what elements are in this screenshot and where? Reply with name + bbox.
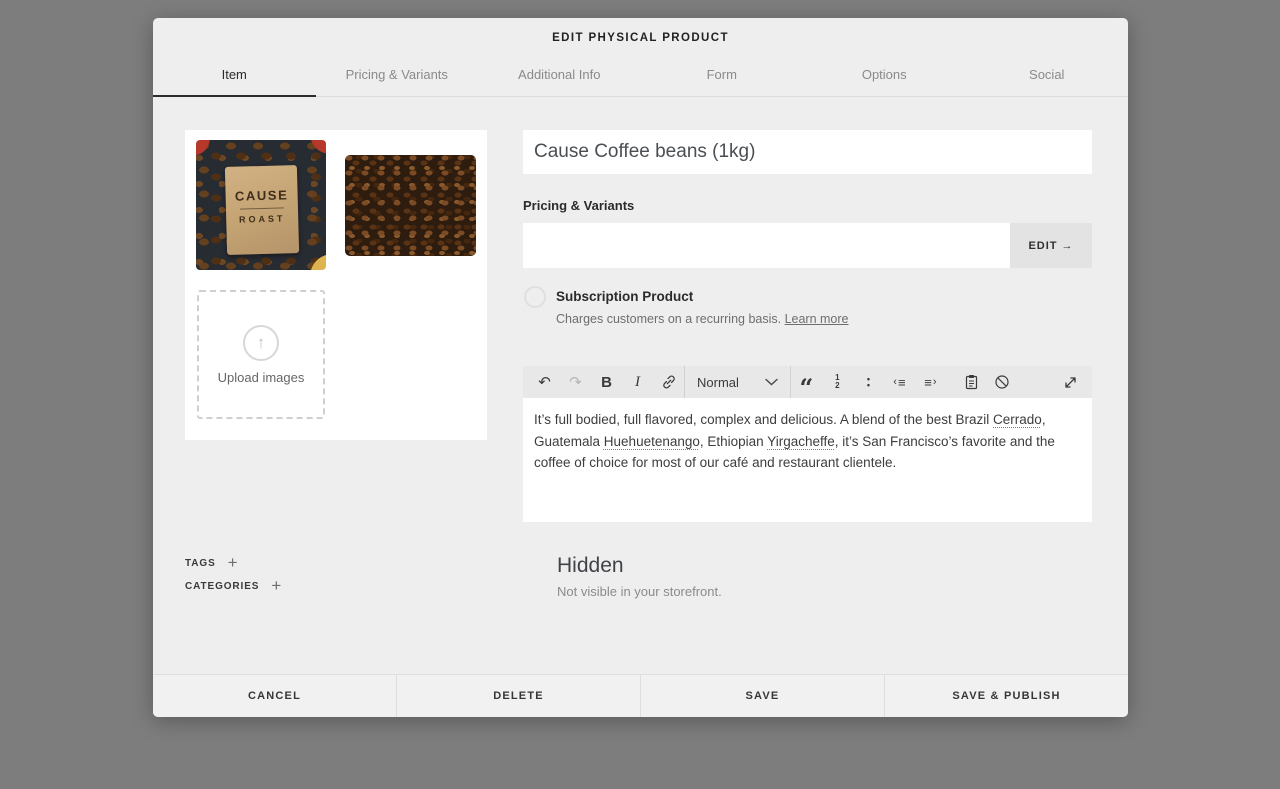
add-category-button[interactable]: + bbox=[271, 579, 281, 593]
indent-button[interactable]: ≡ › bbox=[915, 366, 946, 398]
ordered-list-icon: 1 2 bbox=[835, 375, 839, 389]
spellcheck-word: Cerrado bbox=[993, 412, 1042, 427]
link-button[interactable] bbox=[653, 366, 684, 398]
paragraph-style-dropdown[interactable]: Normal bbox=[685, 366, 790, 398]
tab-item[interactable]: Item bbox=[153, 52, 316, 96]
description-text: , Ethiopian bbox=[700, 434, 767, 449]
bullet-list-button[interactable]: • • bbox=[853, 366, 884, 398]
footer-actions: CANCEL DELETE SAVE SAVE & PUBLISH bbox=[153, 674, 1128, 717]
undo-icon: ↶ bbox=[538, 373, 551, 391]
clear-formatting-icon bbox=[994, 374, 1010, 390]
tab-form-label: Form bbox=[707, 67, 737, 82]
bag-brand-text: CAUSE bbox=[235, 187, 289, 203]
product-image-coffee-bag[interactable]: CAUSE ROAST bbox=[196, 140, 326, 270]
ordered-list-digit-2: 2 bbox=[835, 383, 839, 390]
undo-button[interactable]: ↶ bbox=[529, 366, 560, 398]
outdent-chevron: ‹ bbox=[893, 376, 897, 388]
categories-label: CATEGORIES bbox=[185, 581, 259, 592]
product-title-input[interactable] bbox=[523, 130, 1092, 174]
indent-chevron: › bbox=[933, 376, 937, 388]
subscription-description: Charges customers on a recurring basis. … bbox=[556, 312, 849, 326]
tags-label: TAGS bbox=[185, 558, 216, 569]
outdent-icon: ‹ ≡ bbox=[893, 375, 905, 390]
upload-images-label: Upload images bbox=[218, 370, 305, 385]
indent-icon: ≡ › bbox=[924, 375, 936, 390]
delete-button[interactable]: DELETE bbox=[396, 675, 640, 717]
paste-text-button[interactable] bbox=[956, 366, 987, 398]
upload-circle: ↑ bbox=[243, 325, 279, 361]
redo-button[interactable]: ↷ bbox=[560, 366, 591, 398]
learn-more-link[interactable]: Learn more bbox=[785, 312, 849, 326]
description-paragraph: It’s full bodied, full flavored, complex… bbox=[534, 409, 1081, 474]
spellcheck-word: Yirgacheffe bbox=[767, 434, 835, 449]
editor-toolbar: ↶ ↷ B I Normal “ 1 2 bbox=[523, 366, 1092, 398]
subscription-radio[interactable] bbox=[524, 286, 546, 308]
visibility-note: Not visible in your storefront. bbox=[557, 584, 722, 599]
expand-icon bbox=[1062, 374, 1079, 391]
italic-button[interactable]: I bbox=[622, 366, 653, 398]
ordered-list-button[interactable]: 1 2 bbox=[822, 366, 853, 398]
visibility-status-block[interactable]: Hidden Not visible in your storefront. bbox=[557, 554, 722, 599]
add-tag-button[interactable]: + bbox=[228, 556, 238, 570]
save-button[interactable]: SAVE bbox=[640, 675, 884, 717]
redo-icon: ↷ bbox=[569, 373, 582, 391]
active-tab-underline bbox=[153, 95, 316, 97]
tab-pricing-variants-label: Pricing & Variants bbox=[346, 67, 448, 82]
tab-additional-info-label: Additional Info bbox=[518, 67, 600, 82]
cancel-button[interactable]: CANCEL bbox=[153, 675, 396, 717]
blockquote-icon: “ bbox=[800, 383, 814, 393]
bag-roast-text: ROAST bbox=[239, 213, 286, 224]
image-gallery-panel: CAUSE ROAST ↑ Upload images bbox=[185, 130, 487, 440]
clipboard-icon bbox=[964, 374, 979, 390]
description-text: It’s full bodied, full flavored, complex… bbox=[534, 412, 993, 427]
tab-item-label: Item bbox=[222, 67, 247, 82]
bold-icon: B bbox=[601, 374, 612, 391]
tab-social-label: Social bbox=[1029, 67, 1064, 82]
italic-icon: I bbox=[635, 374, 640, 391]
pricing-variants-label: Pricing & Variants bbox=[523, 198, 634, 213]
bold-button[interactable]: B bbox=[591, 366, 622, 398]
pricing-variants-row: EDIT → bbox=[523, 223, 1092, 268]
product-image-coffee-beans[interactable] bbox=[345, 155, 476, 256]
description-editor[interactable]: It’s full bodied, full flavored, complex… bbox=[523, 398, 1092, 522]
outdent-button[interactable]: ‹ ≡ bbox=[884, 366, 915, 398]
coffee-bag-graphic: CAUSE ROAST bbox=[225, 165, 299, 255]
tab-form[interactable]: Form bbox=[641, 52, 804, 96]
clear-formatting-button[interactable] bbox=[987, 366, 1018, 398]
subscription-description-text: Charges customers on a recurring basis. bbox=[556, 312, 785, 326]
bag-divider bbox=[240, 207, 284, 209]
plus-icon: + bbox=[271, 576, 281, 595]
tab-bar: Item Pricing & Variants Additional Info … bbox=[153, 52, 1128, 97]
subscription-label: Subscription Product bbox=[556, 289, 693, 304]
link-icon bbox=[661, 374, 677, 390]
tab-options[interactable]: Options bbox=[803, 52, 966, 96]
blockquote-button[interactable]: “ bbox=[791, 366, 822, 398]
tags-row: TAGS + bbox=[185, 556, 238, 570]
tab-additional-info[interactable]: Additional Info bbox=[478, 52, 641, 96]
visibility-status: Hidden bbox=[557, 554, 722, 578]
chevron-down-icon bbox=[765, 378, 778, 386]
tab-options-label: Options bbox=[862, 67, 907, 82]
save-publish-button[interactable]: SAVE & PUBLISH bbox=[884, 675, 1128, 717]
up-arrow-icon: ↑ bbox=[257, 333, 266, 353]
bullet-list-icon: • • bbox=[867, 377, 870, 388]
edit-pricing-button[interactable]: EDIT → bbox=[1010, 223, 1092, 268]
bullet-dot: • bbox=[867, 383, 870, 388]
indent-lines: ≡ bbox=[924, 375, 932, 390]
outdent-lines: ≡ bbox=[898, 375, 906, 390]
plus-icon: + bbox=[228, 553, 238, 572]
edit-physical-product-modal: EDIT PHYSICAL PRODUCT Item Pricing & Var… bbox=[153, 18, 1128, 717]
modal-title: EDIT PHYSICAL PRODUCT bbox=[153, 18, 1128, 44]
tab-pricing-variants[interactable]: Pricing & Variants bbox=[316, 52, 479, 96]
upload-images-dropzone[interactable]: ↑ Upload images bbox=[197, 290, 325, 419]
paragraph-style-value: Normal bbox=[697, 375, 739, 390]
fullscreen-button[interactable] bbox=[1055, 366, 1086, 398]
tab-social[interactable]: Social bbox=[966, 52, 1129, 96]
categories-row: CATEGORIES + bbox=[185, 579, 281, 593]
spellcheck-word: Huehuetenango bbox=[604, 434, 700, 449]
